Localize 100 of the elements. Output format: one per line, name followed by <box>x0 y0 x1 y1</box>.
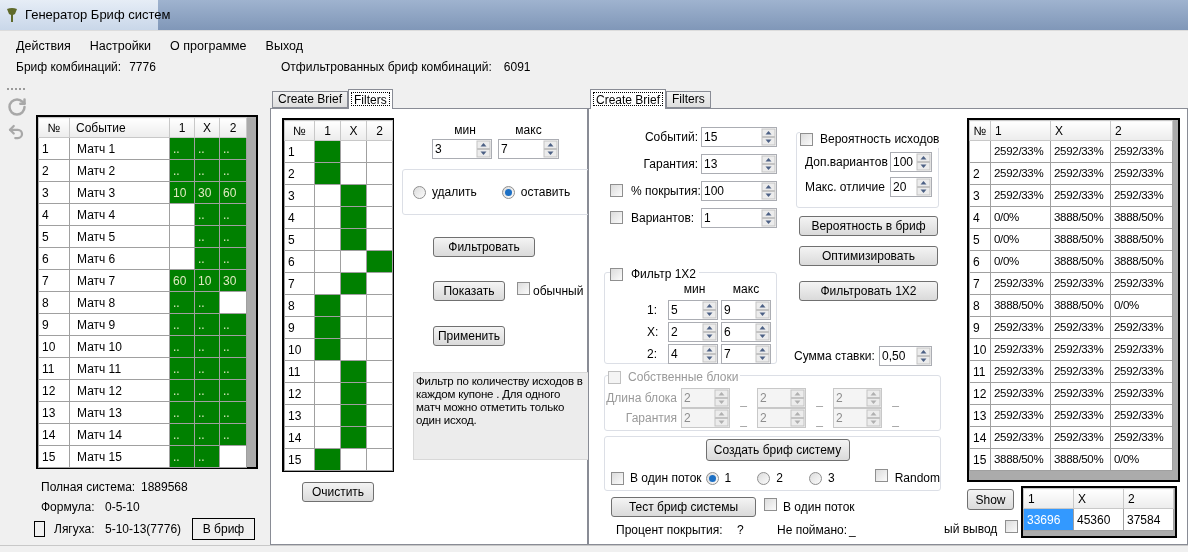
column-header[interactable]: X <box>340 120 367 141</box>
column-header[interactable]: Событие <box>69 117 170 138</box>
spinner-icon[interactable] <box>543 140 558 158</box>
checkbox[interactable] <box>874 469 888 482</box>
table-cell: 1 <box>38 137 70 160</box>
table-cell: 2592/33% <box>990 338 1051 361</box>
spinner-icon[interactable] <box>761 127 776 146</box>
redo-icon[interactable] <box>7 97 27 117</box>
summary-value: 0-5-10 <box>105 499 140 516</box>
show-button[interactable]: Show <box>967 489 1014 510</box>
number-field[interactable]: 4 <box>668 344 718 364</box>
test-button[interactable]: Тест бриф системы <box>611 497 756 517</box>
table-cell: 6 <box>38 247 70 270</box>
spinner-icon[interactable] <box>702 301 717 319</box>
table-cell: 14 <box>284 426 315 449</box>
to-brief-button[interactable]: В бриф <box>192 518 255 540</box>
table-cell: 5 <box>284 228 315 251</box>
column-header[interactable]: X <box>194 117 220 138</box>
summary-value: 5-10-13(7776) <box>105 521 183 538</box>
field-label: Гарантия <box>625 410 677 427</box>
table-cell: 10 <box>284 338 315 361</box>
field-label: Вариантов: <box>631 209 695 227</box>
filter-1x2-button[interactable]: Фильтровать 1X2 <box>799 281 938 301</box>
column-header[interactable]: 1 <box>990 120 1051 141</box>
column-header[interactable]: № <box>969 120 991 141</box>
number-field[interactable]: 0,50 <box>879 346 932 366</box>
table-cell: 3888/50% <box>1050 448 1111 471</box>
number-field[interactable]: 5 <box>668 300 718 320</box>
menu-item[interactable]: Выход <box>265 38 303 54</box>
optimize-button[interactable]: Оптимизировать <box>799 246 938 266</box>
menu-item[interactable]: Действия <box>16 38 71 54</box>
probability-button[interactable]: Вероятность в бриф <box>799 216 938 236</box>
spinner-icon[interactable] <box>476 140 491 158</box>
clear-button[interactable]: Очистить <box>302 482 374 502</box>
spinner-icon[interactable] <box>702 345 717 363</box>
create-button[interactable]: Создать бриф систему <box>705 439 850 461</box>
apply-button[interactable]: Применить <box>433 326 505 346</box>
table-cell: 10 <box>38 335 70 358</box>
spinner-icon[interactable] <box>916 153 931 171</box>
number-field[interactable]: 2 <box>668 322 718 342</box>
table-cell: 4 <box>284 206 315 229</box>
radio-button[interactable] <box>413 185 426 199</box>
spinner-icon[interactable] <box>702 323 717 341</box>
checkbox[interactable] <box>764 498 777 511</box>
tab[interactable]: Create Brief <box>590 89 667 109</box>
radio-button[interactable] <box>809 471 822 485</box>
undo-icon[interactable] <box>7 123 25 141</box>
spinner-icon[interactable] <box>761 181 776 200</box>
filter-button[interactable]: Фильтровать <box>433 237 535 257</box>
number-field[interactable]: 3 <box>432 139 492 159</box>
column-header[interactable]: 2 <box>366 120 393 141</box>
column-header[interactable]: X <box>1073 488 1124 509</box>
tab[interactable]: Filters <box>348 89 393 109</box>
toolbar-grip-icon[interactable] <box>7 88 27 91</box>
checkbox[interactable] <box>611 471 624 485</box>
column-header[interactable]: 1 <box>314 120 341 141</box>
column-header[interactable]: 1 <box>169 117 195 138</box>
number-field[interactable]: 15 <box>701 126 777 147</box>
number-field[interactable]: 6 <box>721 322 771 342</box>
menu-item[interactable]: О программе <box>170 38 247 54</box>
menu-item[interactable]: Настройки <box>89 38 152 54</box>
number-field[interactable]: 1 <box>701 207 777 228</box>
column-header[interactable]: 1 <box>1023 488 1074 509</box>
checkbox[interactable] <box>800 132 813 146</box>
checkbox[interactable] <box>610 184 623 197</box>
table-cell: 15 <box>969 448 991 471</box>
field-label: Гарантия: <box>643 155 698 173</box>
number-field[interactable]: 9 <box>721 300 771 320</box>
number-field[interactable]: 7 <box>721 344 771 364</box>
radio-button[interactable] <box>757 471 771 485</box>
number-field[interactable]: 13 <box>701 153 777 174</box>
column-header[interactable]: 2 <box>1123 488 1174 509</box>
checkbox[interactable] <box>610 267 623 281</box>
column-header[interactable]: X <box>1050 120 1111 141</box>
spinner-icon[interactable] <box>916 178 931 196</box>
tab[interactable]: Create Brief <box>272 91 349 108</box>
checkbox[interactable] <box>34 521 45 537</box>
spinner-icon[interactable] <box>761 154 776 173</box>
number-field[interactable]: 20 <box>890 177 932 197</box>
spinner-icon[interactable] <box>755 301 770 319</box>
spinner-icon[interactable] <box>755 345 770 363</box>
radio-button[interactable] <box>705 471 719 485</box>
column-header[interactable]: № <box>284 120 315 141</box>
spinner-icon[interactable] <box>755 323 770 341</box>
column-header[interactable]: 2 <box>219 117 247 138</box>
checkbox[interactable] <box>610 211 623 224</box>
checkbox[interactable] <box>1005 520 1019 533</box>
spinner-icon[interactable] <box>761 208 776 227</box>
stat-value: 7776 <box>129 59 156 76</box>
number-field[interactable]: 100 <box>701 180 777 201</box>
checkbox[interactable] <box>517 282 530 295</box>
number-field[interactable]: 100 <box>890 152 932 172</box>
column-header[interactable]: № <box>38 117 70 138</box>
spinner-icon[interactable] <box>916 347 931 365</box>
column-header[interactable]: 2 <box>1110 120 1173 141</box>
table-cell: 8 <box>38 291 70 314</box>
tab[interactable]: Filters <box>666 91 711 108</box>
show-button[interactable]: Показать <box>433 281 505 301</box>
number-field[interactable]: 7 <box>498 139 559 159</box>
radio-button[interactable] <box>501 185 515 199</box>
